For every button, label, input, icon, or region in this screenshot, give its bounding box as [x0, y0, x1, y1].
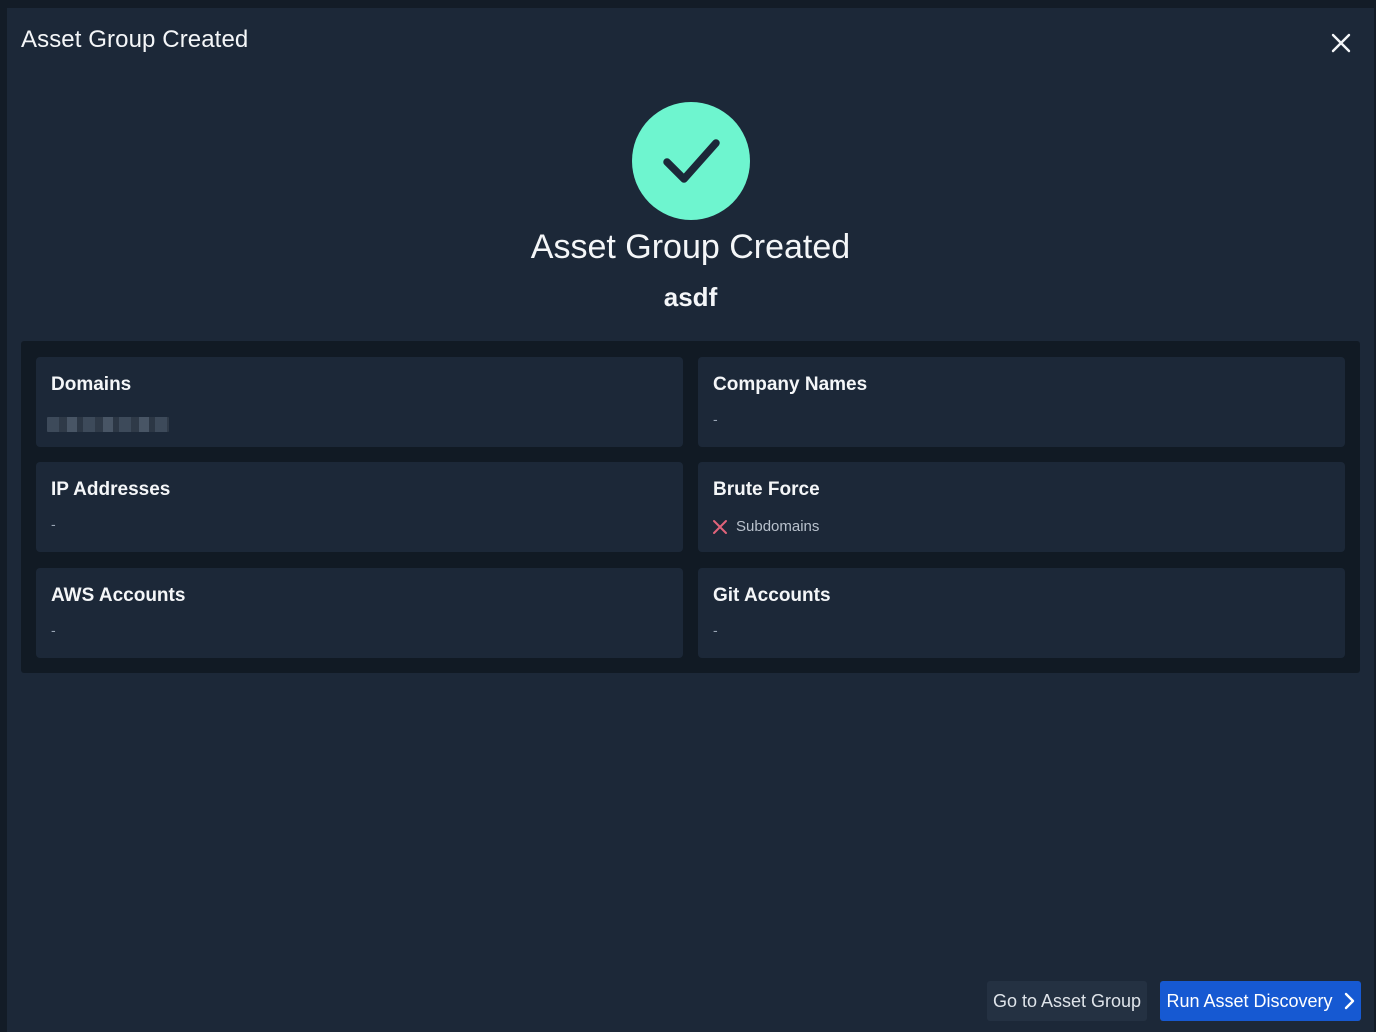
go-to-asset-group-button[interactable]: Go to Asset Group — [987, 981, 1147, 1021]
go-to-asset-group-label: Go to Asset Group — [992, 990, 1142, 1011]
company-names-label: Company Names — [713, 374, 868, 395]
checkmark-icon — [663, 139, 720, 183]
company-names-card: Company Names - — [698, 357, 1345, 447]
brute-force-subdomains: Subdomains — [712, 518, 819, 535]
summary-panel: Domains Company Names - IP Addresses - B… — [21, 341, 1360, 673]
chevron-right-icon — [1344, 992, 1354, 1010]
run-asset-discovery-button[interactable]: Run Asset Discovery — [1160, 981, 1361, 1021]
asset-group-created-dialog: Asset Group Created Asset Group Created … — [7, 8, 1374, 1032]
hero-title: Asset Group Created — [530, 228, 851, 266]
ip-addresses-card: IP Addresses - — [36, 462, 683, 552]
success-badge — [632, 102, 750, 220]
company-names-value: - — [713, 411, 718, 427]
domains-label: Domains — [51, 374, 132, 395]
brute-force-card: Brute Force Subdomains — [698, 462, 1345, 552]
brute-force-label: Brute Force — [713, 479, 820, 500]
git-accounts-value: - — [713, 622, 718, 638]
aws-accounts-card: AWS Accounts - — [36, 568, 683, 658]
subdomains-label: Subdomains — [736, 518, 820, 535]
run-asset-discovery-label: Run Asset Discovery — [1166, 990, 1333, 1011]
git-accounts-label: Git Accounts — [713, 585, 831, 606]
asset-group-name: asdf — [663, 282, 718, 312]
aws-accounts-value: - — [51, 622, 56, 638]
ip-addresses-value: - — [51, 516, 56, 532]
domains-card: Domains — [36, 357, 683, 447]
x-icon — [713, 519, 727, 534]
aws-accounts-label: AWS Accounts — [51, 585, 186, 606]
ip-addresses-label: IP Addresses — [51, 479, 171, 500]
git-accounts-card: Git Accounts - — [698, 568, 1345, 658]
close-button[interactable] — [1328, 30, 1354, 56]
close-icon — [1331, 33, 1351, 53]
redacted-domain-value — [47, 417, 169, 432]
dialog-title: Asset Group Created — [21, 26, 249, 53]
